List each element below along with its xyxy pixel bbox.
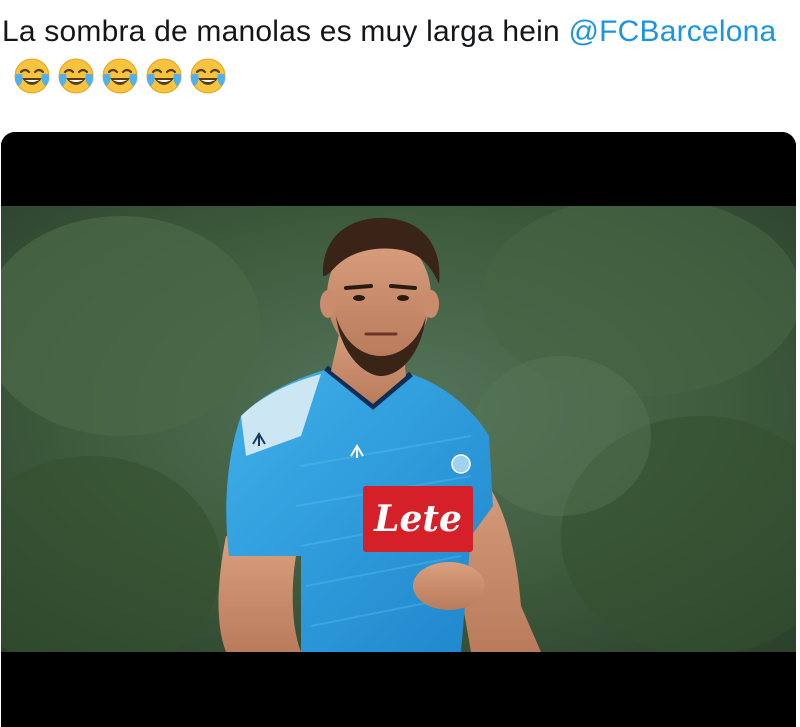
tweet: La sombra de manolas es muy larga hein @…: [0, 0, 800, 727]
tears-of-joy-emoji-icon: [14, 58, 50, 94]
tweet-text: La sombra de manolas es muy larga hein @…: [2, 14, 776, 50]
letterbox-bottom: [1, 652, 796, 727]
letterbox-top: [1, 132, 796, 206]
tears-of-joy-emoji-icon: [190, 58, 226, 94]
sponsor-text: Lete: [373, 498, 462, 540]
tweet-media[interactable]: Lete: [1, 132, 796, 727]
tears-of-joy-emoji-icon: [146, 58, 182, 94]
footballer-photo[interactable]: Lete: [1, 206, 796, 652]
tweet-body: La sombra de manolas es muy larga hein: [2, 15, 569, 48]
emoji-row: [12, 56, 228, 96]
tears-of-joy-emoji-icon: [102, 58, 138, 94]
tears-of-joy-emoji-icon: [58, 58, 94, 94]
mention-link[interactable]: @FCBarcelona: [568, 15, 776, 48]
